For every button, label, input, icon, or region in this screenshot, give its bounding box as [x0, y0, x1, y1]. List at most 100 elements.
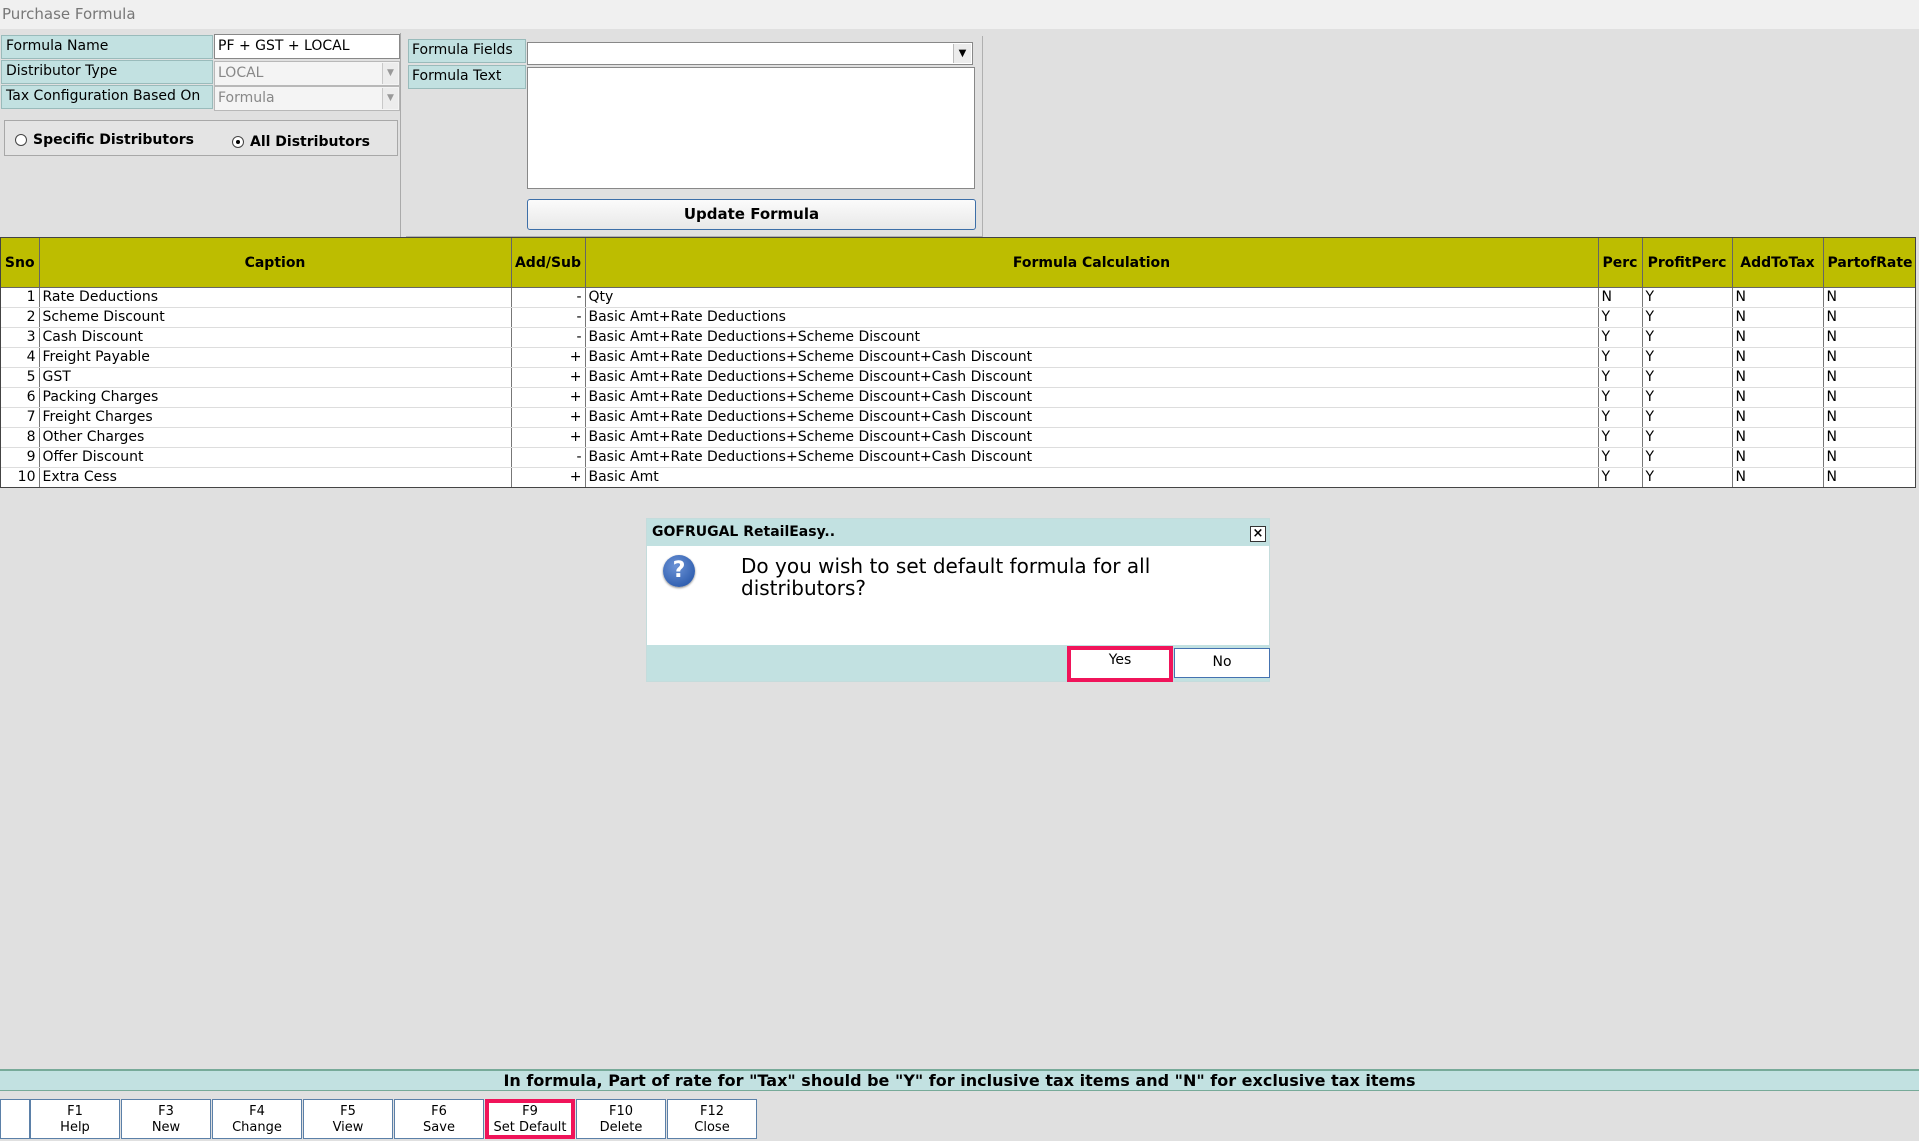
fkey-view-button[interactable]: F5 View — [303, 1099, 393, 1139]
cell-sno[interactable]: 1 — [1, 287, 40, 308]
cell-sno[interactable]: 3 — [1, 327, 40, 348]
fkey-set-default-button[interactable]: F9 Set Default — [485, 1099, 575, 1139]
fkey-delete-button[interactable]: F10 Delete — [576, 1099, 666, 1139]
cell-addsub[interactable]: + — [511, 427, 586, 448]
cell-perc[interactable]: Y — [1598, 467, 1643, 487]
cell-addtotax[interactable]: N — [1732, 447, 1824, 468]
cell-profitperc[interactable]: Y — [1642, 467, 1733, 487]
col-header-addsub[interactable]: Add/Sub — [511, 238, 586, 288]
cell-partofrate[interactable]: N — [1823, 427, 1915, 448]
no-button[interactable]: No — [1174, 648, 1270, 678]
cell-profitperc[interactable]: Y — [1642, 387, 1733, 408]
formula-fields-select[interactable]: ▼ — [527, 42, 973, 65]
cell-sno[interactable]: 5 — [1, 367, 40, 388]
cell-partofrate[interactable]: N — [1823, 387, 1915, 408]
cell-caption[interactable]: GST — [39, 367, 512, 388]
cell-formula-calculation[interactable]: Basic Amt+Rate Deductions+Scheme Discoun… — [585, 367, 1599, 388]
cell-addsub[interactable]: + — [511, 467, 586, 487]
cell-addsub[interactable]: + — [511, 347, 586, 368]
cell-partofrate[interactable]: N — [1823, 327, 1915, 348]
cell-perc[interactable]: Y — [1598, 327, 1643, 348]
table-row[interactable]: 7 Freight Charges + Basic Amt+Rate Deductio… — [1, 407, 1915, 428]
cell-sno[interactable]: 2 — [1, 307, 40, 328]
table-row[interactable]: 6 Packing Charges + Basic Amt+Rate Deductio… — [1, 387, 1915, 408]
fkey-help-button[interactable]: F1 Help — [30, 1099, 120, 1139]
cell-perc[interactable]: Y — [1598, 347, 1643, 368]
distributor-type-select[interactable]: LOCAL ▼ — [214, 61, 400, 86]
cell-addsub[interactable]: + — [511, 407, 586, 428]
cell-profitperc[interactable]: Y — [1642, 327, 1733, 348]
cell-perc[interactable]: Y — [1598, 447, 1643, 468]
cell-caption[interactable]: Offer Discount — [39, 447, 512, 468]
cell-profitperc[interactable]: Y — [1642, 367, 1733, 388]
cell-caption[interactable]: Freight Payable — [39, 347, 512, 368]
cell-caption[interactable]: Extra Cess — [39, 467, 512, 487]
col-header-sno[interactable]: Sno — [1, 238, 40, 288]
cell-profitperc[interactable]: Y — [1642, 347, 1733, 368]
cell-caption[interactable]: Packing Charges — [39, 387, 512, 408]
cell-formula-calculation[interactable]: Basic Amt+Rate Deductions+Scheme Discoun… — [585, 387, 1599, 408]
cell-partofrate[interactable]: N — [1823, 447, 1915, 468]
tax-config-select[interactable]: Formula ▼ — [214, 86, 400, 111]
col-header-perc[interactable]: Perc — [1598, 238, 1643, 288]
cell-caption[interactable]: Cash Discount — [39, 327, 512, 348]
cell-caption[interactable]: Other Charges — [39, 427, 512, 448]
cell-formula-calculation[interactable]: Basic Amt+Rate Deductions+Scheme Discoun… — [585, 427, 1599, 448]
radio-all-distributors[interactable]: All Distributors — [232, 134, 370, 150]
cell-addtotax[interactable]: N — [1732, 467, 1824, 487]
cell-partofrate[interactable]: N — [1823, 407, 1915, 428]
col-header-caption[interactable]: Caption — [39, 238, 512, 288]
table-row[interactable]: 9 Offer Discount - Basic Amt+Rate Deduction… — [1, 447, 1915, 468]
cell-sno[interactable]: 7 — [1, 407, 40, 428]
cell-caption[interactable]: Freight Charges — [39, 407, 512, 428]
table-row[interactable]: 2 Scheme Discount - Basic Amt+Rate Deductio… — [1, 307, 1915, 328]
cell-formula-calculation[interactable]: Basic Amt — [585, 467, 1599, 487]
col-header-addtotax[interactable]: AddToTax — [1732, 238, 1824, 288]
formula-text-area[interactable] — [527, 67, 975, 189]
cell-addsub[interactable]: - — [511, 287, 586, 308]
cell-partofrate[interactable]: N — [1823, 367, 1915, 388]
cell-partofrate[interactable]: N — [1823, 467, 1915, 487]
fkey-new-button[interactable]: F3 New — [121, 1099, 211, 1139]
fkey-close-button[interactable]: F12 Close — [667, 1099, 757, 1139]
cell-profitperc[interactable]: Y — [1642, 407, 1733, 428]
cell-sno[interactable]: 9 — [1, 447, 40, 468]
cell-profitperc[interactable]: Y — [1642, 447, 1733, 468]
cell-sno[interactable]: 6 — [1, 387, 40, 408]
fkey-change-button[interactable]: F4 Change — [212, 1099, 302, 1139]
cell-partofrate[interactable]: N — [1823, 287, 1915, 308]
cell-formula-calculation[interactable]: Basic Amt+Rate Deductions+Scheme Discoun… — [585, 407, 1599, 428]
formula-name-input[interactable]: PF + GST + LOCAL — [214, 34, 400, 59]
cell-addsub[interactable]: - — [511, 327, 586, 348]
cell-caption[interactable]: Rate Deductions — [39, 287, 512, 308]
cell-formula-calculation[interactable]: Basic Amt+Rate Deductions+Scheme Discoun… — [585, 327, 1599, 348]
cell-addtotax[interactable]: N — [1732, 287, 1824, 308]
cell-addsub[interactable]: - — [511, 307, 586, 328]
col-header-partofrate[interactable]: PartofRate — [1823, 238, 1915, 288]
fkey-save-button[interactable]: F6 Save — [394, 1099, 484, 1139]
cell-profitperc[interactable]: Y — [1642, 287, 1733, 308]
cell-sno[interactable]: 8 — [1, 427, 40, 448]
col-header-formula-calculation[interactable]: Formula Calculation — [585, 238, 1599, 288]
table-row[interactable]: 10 Extra Cess + Basic Amt Y Y N N — [1, 467, 1915, 487]
cell-addtotax[interactable]: N — [1732, 367, 1824, 388]
cell-addsub[interactable]: - — [511, 447, 586, 468]
cell-formula-calculation[interactable]: Basic Amt+Rate Deductions+Scheme Discoun… — [585, 347, 1599, 368]
cell-formula-calculation[interactable]: Basic Amt+Rate Deductions — [585, 307, 1599, 328]
table-row[interactable]: 1 Rate Deductions - Qty N Y N N — [1, 287, 1915, 308]
table-row[interactable]: 5 GST + Basic Amt+Rate Deductions+Scheme Di… — [1, 367, 1915, 388]
cell-addtotax[interactable]: N — [1732, 307, 1824, 328]
cell-addtotax[interactable]: N — [1732, 387, 1824, 408]
cell-partofrate[interactable]: N — [1823, 307, 1915, 328]
radio-specific-distributors[interactable]: Specific Distributors — [15, 132, 194, 148]
table-row[interactable]: 4 Freight Payable + Basic Amt+Rate Deductio… — [1, 347, 1915, 368]
cell-perc[interactable]: N — [1598, 287, 1643, 308]
table-row[interactable]: 8 Other Charges + Basic Amt+Rate Deductions… — [1, 427, 1915, 448]
cell-perc[interactable]: Y — [1598, 387, 1643, 408]
cell-addtotax[interactable]: N — [1732, 407, 1824, 428]
cell-profitperc[interactable]: Y — [1642, 427, 1733, 448]
cell-addtotax[interactable]: N — [1732, 427, 1824, 448]
cell-profitperc[interactable]: Y — [1642, 307, 1733, 328]
cell-addtotax[interactable]: N — [1732, 347, 1824, 368]
cell-formula-calculation[interactable]: Qty — [585, 287, 1599, 308]
